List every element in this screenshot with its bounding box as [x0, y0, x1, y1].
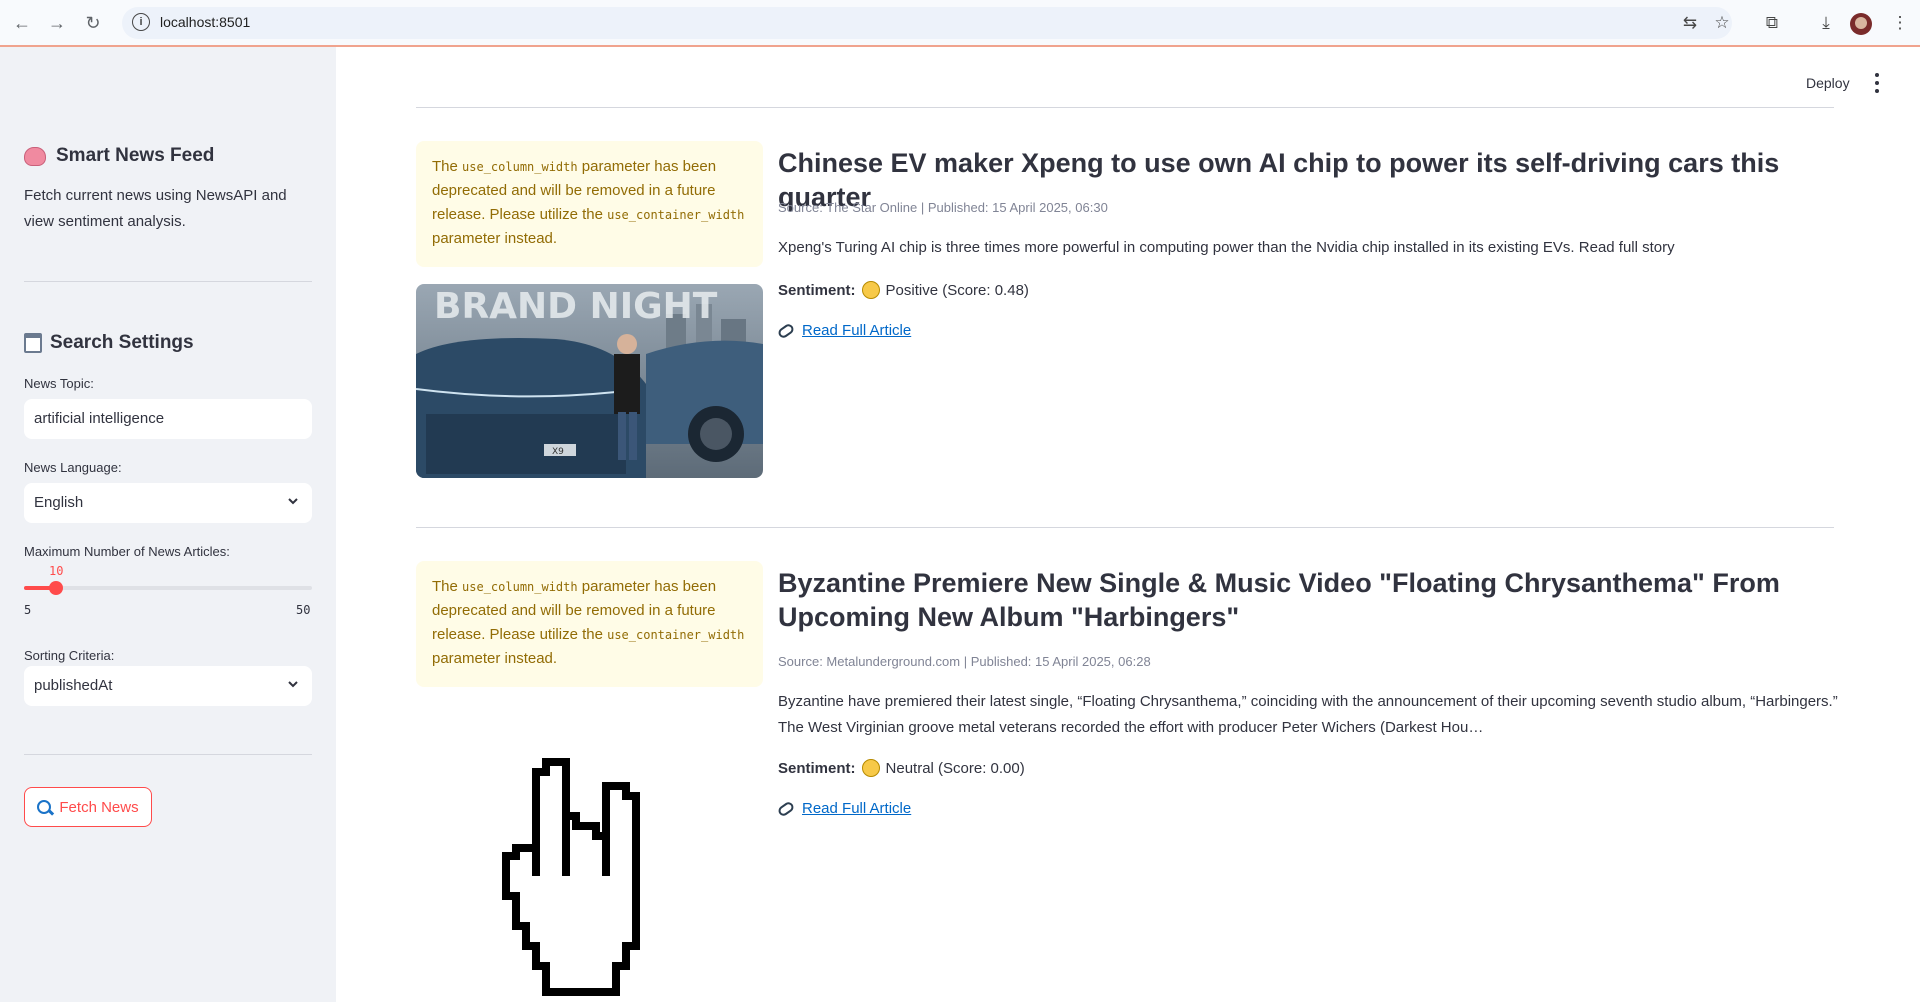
news-language-label: News Language:: [24, 460, 122, 475]
deploy-button[interactable]: Deploy: [1806, 75, 1850, 91]
rock-hand-icon: [500, 756, 680, 1002]
main-menu-icon[interactable]: [1874, 73, 1880, 93]
article-divider: [416, 527, 1834, 528]
article-divider: [416, 107, 1834, 108]
sidebar: Smart News Feed Fetch current news using…: [0, 47, 336, 1002]
browser-toolbar: ← → ↻ i localhost:8501 ⇆ ☆ ⧉ ⤓ ⋮: [0, 0, 1920, 47]
sorting-criteria-label: Sorting Criteria:: [24, 648, 115, 663]
slider-value: 10: [49, 564, 64, 578]
smiley-positive-icon: [861, 281, 880, 299]
slider-max-label: 50: [296, 603, 311, 617]
brain-icon: [24, 146, 46, 166]
svg-text:X9: X9: [552, 447, 564, 457]
article-description: Xpeng's Turing AI chip is three times mo…: [778, 239, 1675, 256]
article-meta: Source: Metalunderground.com | Published…: [778, 654, 1151, 669]
back-arrow-icon[interactable]: ←: [8, 11, 36, 35]
reload-icon[interactable]: ↻: [79, 11, 107, 35]
deprecation-warning: The use_column_width parameter has been …: [416, 561, 763, 687]
url-text[interactable]: localhost:8501: [160, 14, 250, 30]
calendar-icon: [24, 333, 42, 353]
read-full-article-link[interactable]: Read Full Article: [776, 799, 911, 818]
article-title: Byzantine Premiere New Single & Music Vi…: [778, 568, 1780, 632]
extensions-icon[interactable]: ⧉: [1760, 12, 1784, 34]
link-icon: [776, 799, 796, 818]
chevron-down-icon: [288, 681, 298, 688]
max-articles-slider[interactable]: [24, 581, 312, 595]
read-full-article-link[interactable]: Read Full Article: [776, 321, 911, 340]
site-info-icon[interactable]: i: [132, 13, 150, 31]
news-language-select[interactable]: English: [24, 483, 312, 523]
search-settings-heading: Search Settings: [24, 332, 194, 354]
forward-arrow-icon[interactable]: →: [43, 11, 71, 35]
sidebar-divider: [24, 754, 312, 755]
max-articles-label: Maximum Number of News Articles:: [24, 544, 230, 559]
news-topic-label: News Topic:: [24, 376, 94, 391]
link-icon: [776, 321, 796, 340]
article-sentiment: Sentiment: Neutral (Score: 0.00): [778, 759, 1025, 777]
fetch-news-button[interactable]: Fetch News: [24, 787, 152, 827]
deprecation-warning: The use_column_width parameter has been …: [416, 141, 763, 267]
profile-avatar[interactable]: [1850, 13, 1872, 35]
chevron-down-icon: [288, 498, 298, 505]
browser-menu-icon[interactable]: ⋮: [1888, 12, 1912, 34]
sidebar-divider: [24, 281, 312, 282]
article-image: BRAND NIGHT X9: [416, 284, 763, 478]
slider-thumb[interactable]: [49, 581, 63, 595]
magnifier-icon: [37, 800, 52, 814]
article-description: Byzantine have premiered their latest si…: [778, 693, 1838, 736]
article-meta: Source: The Star Online | Published: 15 …: [778, 200, 1108, 215]
address-bar[interactable]: i localhost:8501: [122, 7, 1732, 39]
translate-icon[interactable]: ⇆: [1678, 12, 1702, 34]
sidebar-title: Smart News Feed: [24, 145, 214, 167]
news-topic-input[interactable]: artificial intelligence: [24, 399, 312, 439]
slider-min-label: 5: [24, 603, 32, 617]
smiley-neutral-icon: [861, 759, 880, 777]
article-sentiment: Sentiment: Positive (Score: 0.48): [778, 281, 1029, 299]
bookmark-star-icon[interactable]: ☆: [1710, 12, 1734, 34]
download-icon[interactable]: ⤓: [1814, 12, 1838, 34]
sidebar-description: Fetch current news using NewsAPI and vie…: [24, 187, 287, 230]
sorting-criteria-select[interactable]: publishedAt: [24, 666, 312, 706]
brand-night-sign: BRAND NIGHT: [434, 286, 718, 327]
